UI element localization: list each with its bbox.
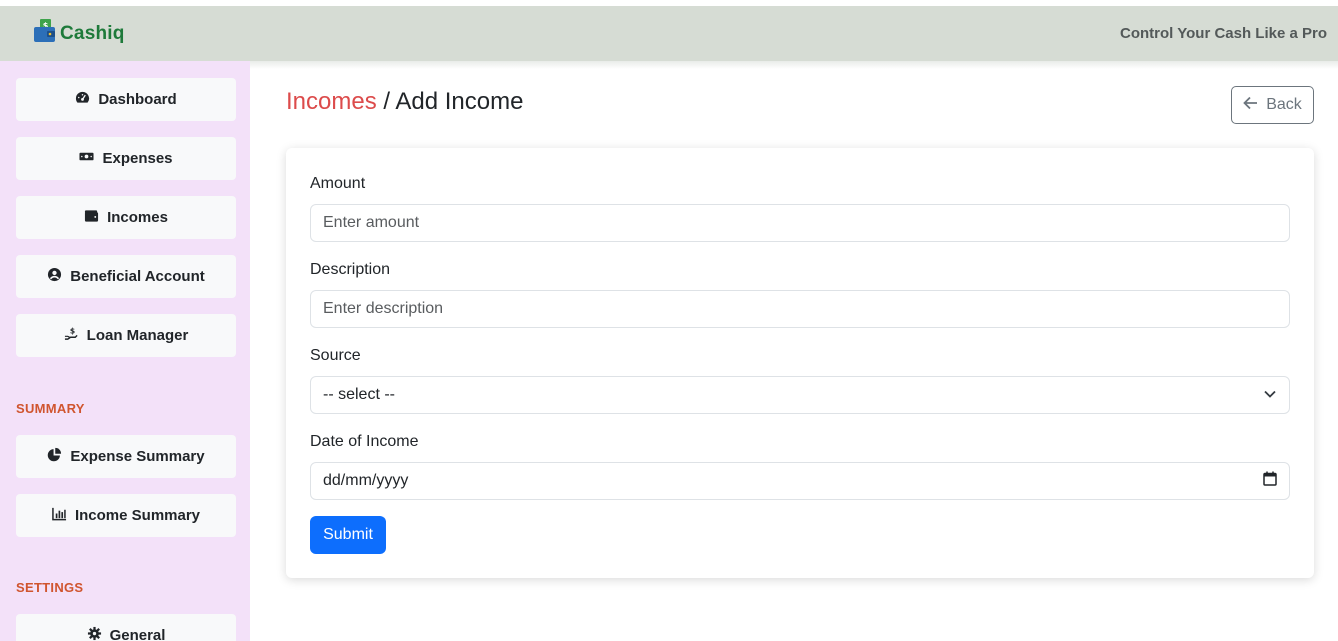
description-label: Description (310, 261, 391, 278)
sidebar-item-incomes[interactable]: Incomes (16, 196, 236, 239)
svg-text:$: $ (69, 327, 74, 336)
description-input[interactable]: Enter description (310, 290, 1290, 328)
sidebar-item-general[interactable]: General (16, 614, 236, 641)
sidebar-item-dashboard[interactable]: Dashboard (16, 78, 236, 121)
pie-chart-icon (47, 447, 62, 466)
wallet-logo-icon: $ (33, 18, 57, 49)
sidebar-item-label: Expenses (102, 150, 173, 167)
money-bill-icon (79, 149, 94, 168)
source-label: Source (310, 347, 361, 364)
hand-holding-dollar-icon: $ (64, 326, 79, 345)
source-select[interactable]: -- select -- (310, 376, 1290, 414)
amount-label: Amount (310, 175, 366, 192)
app-header: $ Cashiq Control Your Cash Like a Pro (0, 6, 1338, 61)
back-button-label: Back (1266, 96, 1302, 113)
sidebar-item-beneficial-account[interactable]: Beneficial Account (16, 255, 236, 298)
brand-logo[interactable]: $ Cashiq (33, 18, 125, 49)
add-income-form: Amount Enter amount Description Enter de… (286, 148, 1314, 578)
date-label: Date of Income (310, 433, 419, 450)
amount-placeholder: Enter amount (323, 214, 420, 231)
breadcrumb-incomes-link[interactable]: Incomes (286, 88, 377, 115)
amount-input[interactable]: Enter amount (310, 204, 1290, 242)
bar-chart-icon (52, 506, 67, 525)
submit-button[interactable]: Submit (310, 516, 386, 554)
sidebar-item-label: Income Summary (74, 507, 201, 524)
dashboard-gauge-icon (75, 90, 90, 109)
sidebar-item-income-summary[interactable]: Income Summary (16, 494, 236, 537)
wallet-icon (84, 208, 99, 227)
sidebar-item-label: Expense Summary (70, 448, 205, 465)
sidebar-item-label: Incomes (107, 209, 168, 226)
page-title: Incomes / Add Income (286, 88, 523, 116)
sidebar-item-expense-summary[interactable]: Expense Summary (16, 435, 236, 478)
sidebar-item-label: General (109, 627, 166, 641)
user-circle-icon (47, 267, 62, 286)
brand-name: Cashiq (60, 22, 125, 44)
app-tagline: Control Your Cash Like a Pro (1120, 25, 1327, 42)
sidebar-item-label: Loan Manager (86, 327, 189, 344)
sidebar: Dashboard Expenses Incomes Beneficial Ac… (0, 61, 250, 641)
sidebar-item-expenses[interactable]: Expenses (16, 137, 236, 180)
calendar-icon[interactable] (1263, 471, 1277, 491)
section-label-settings: SETTINGS (16, 580, 84, 595)
chevron-down-icon (1263, 386, 1277, 404)
description-placeholder: Enter description (323, 300, 444, 317)
breadcrumb-current: Add Income (395, 88, 524, 115)
arrow-left-icon (1243, 96, 1258, 115)
date-placeholder: dd/mm/yyyy (323, 472, 409, 489)
sidebar-item-loan-manager[interactable]: $ Loan Manager (16, 314, 236, 357)
sidebar-item-label: Beneficial Account (70, 268, 205, 285)
back-button[interactable]: Back (1231, 86, 1314, 124)
header-shadow (250, 61, 1338, 69)
date-input[interactable]: dd/mm/yyyy (310, 462, 1290, 500)
sidebar-item-label: Dashboard (98, 91, 177, 108)
section-label-summary: SUMMARY (16, 401, 85, 416)
gear-icon (87, 626, 102, 641)
source-selected-value: -- select -- (323, 386, 395, 403)
breadcrumb-separator: / (376, 88, 396, 115)
